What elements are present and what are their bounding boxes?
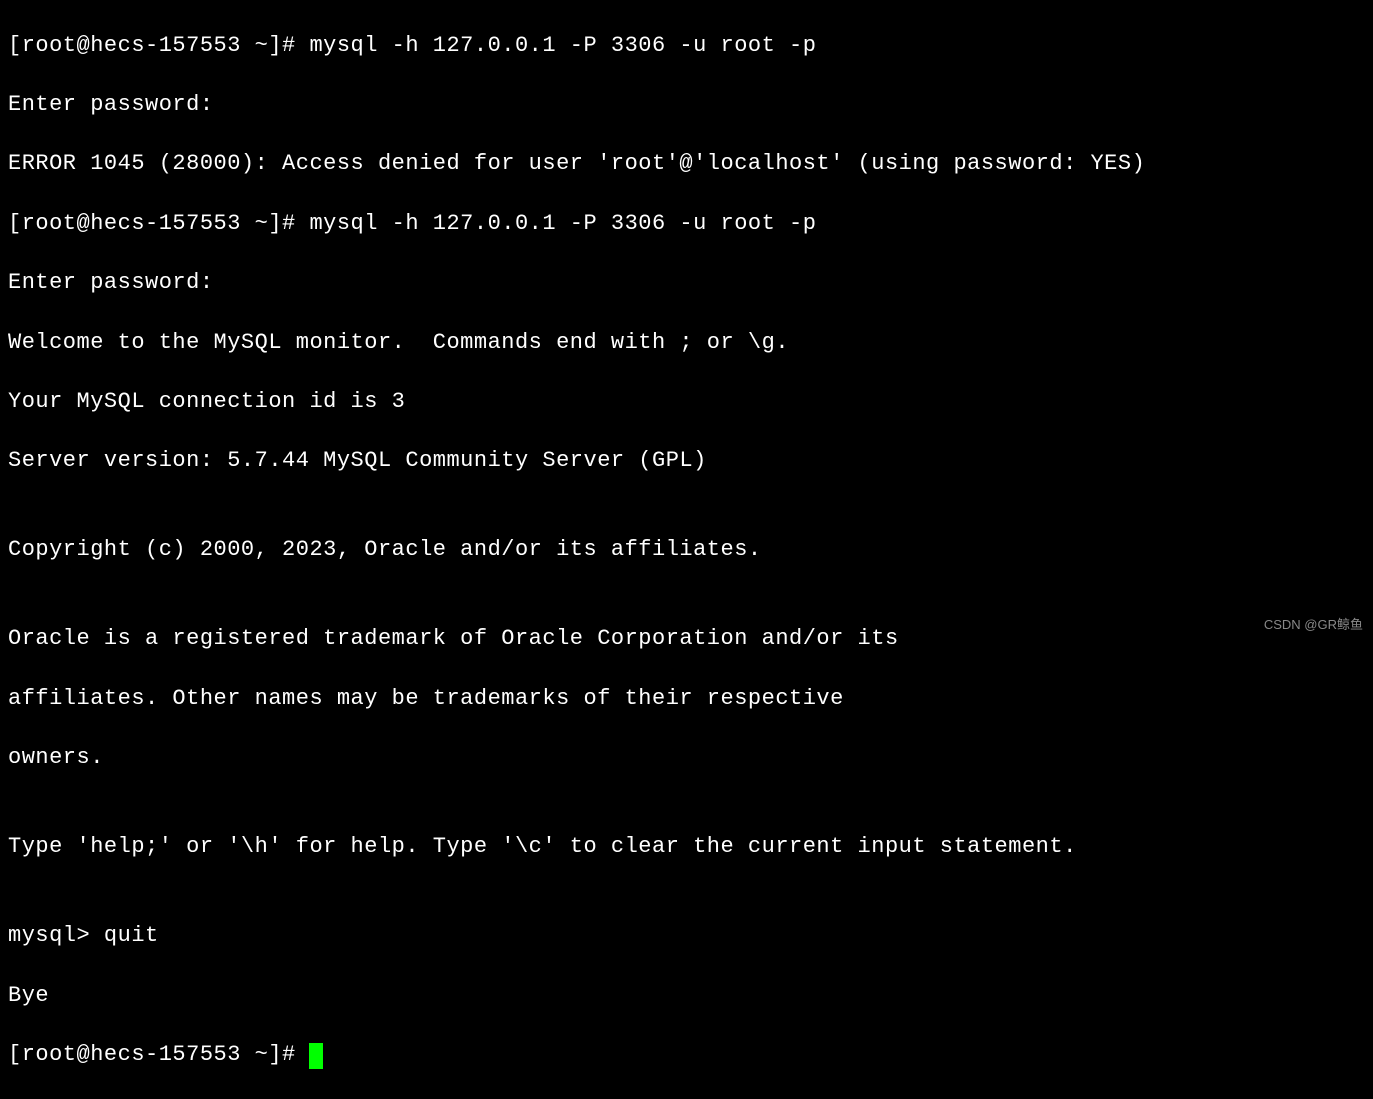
terminal-line: owners. bbox=[8, 743, 1365, 773]
watermark-text: CSDN @GR鲸鱼 bbox=[1264, 616, 1363, 634]
terminal-line: Enter password: bbox=[8, 90, 1365, 120]
terminal-line: [root@hecs-157553 ~]# mysql -h 127.0.0.1… bbox=[8, 31, 1365, 61]
terminal-line: Type 'help;' or '\h' for help. Type '\c'… bbox=[8, 832, 1365, 862]
terminal-line: Enter password: bbox=[8, 268, 1365, 298]
terminal-line: mysql> quit bbox=[8, 921, 1365, 951]
terminal-line: Server version: 5.7.44 MySQL Community S… bbox=[8, 446, 1365, 476]
terminal-line: Copyright (c) 2000, 2023, Oracle and/or … bbox=[8, 535, 1365, 565]
terminal-line: Your MySQL connection id is 3 bbox=[8, 387, 1365, 417]
terminal-line: affiliates. Other names may be trademark… bbox=[8, 684, 1365, 714]
terminal-prompt-line: [root@hecs-157553 ~]# bbox=[8, 1040, 1365, 1070]
terminal-line: Welcome to the MySQL monitor. Commands e… bbox=[8, 328, 1365, 358]
terminal-line: [root@hecs-157553 ~]# mysql -h 127.0.0.1… bbox=[8, 209, 1365, 239]
terminal-output[interactable]: [root@hecs-157553 ~]# mysql -h 127.0.0.1… bbox=[8, 1, 1365, 1099]
shell-prompt: [root@hecs-157553 ~]# bbox=[8, 1042, 309, 1067]
terminal-line: Oracle is a registered trademark of Orac… bbox=[8, 624, 1365, 654]
terminal-line: Bye bbox=[8, 981, 1365, 1011]
cursor-icon bbox=[309, 1043, 323, 1069]
terminal-line: ERROR 1045 (28000): Access denied for us… bbox=[8, 149, 1365, 179]
